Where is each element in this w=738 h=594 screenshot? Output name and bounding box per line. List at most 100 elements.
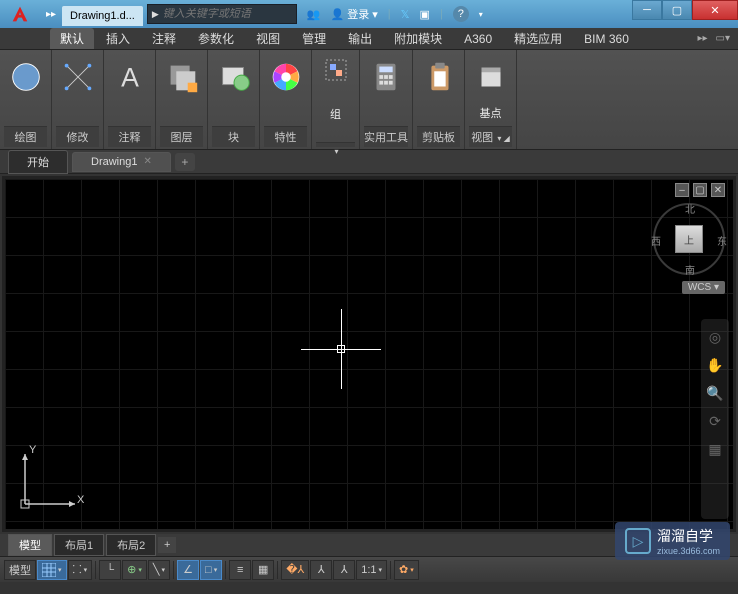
compass-south: 南 [685,262,695,277]
ribbon-tab-view[interactable]: 视图 [246,28,290,49]
exchange-x-icon[interactable]: 𝕏 [401,8,410,21]
layout-tab-1[interactable]: 布局1 [54,534,104,556]
status-workspace-button[interactable]: ✿▾ [394,560,419,580]
layout-add-button[interactable]: + [158,537,176,553]
status-ortho-button[interactable]: └ [99,560,121,580]
login-button[interactable]: 👤 登录 ▾ [331,6,378,22]
ribbon-expand-icon[interactable]: ▸▸ [697,33,707,44]
panel-utilities[interactable]: 实用工具 [360,50,413,149]
close-tab-icon[interactable]: ✕ [143,156,151,167]
status-model-button[interactable]: 模型 [4,560,36,580]
status-polar-button[interactable]: ⊕▾ [122,560,147,580]
ribbon-tab-bim360[interactable]: BIM 360 [574,30,639,48]
nav-showmotion-icon[interactable]: ▦ [705,439,725,459]
ribbon-tab-parametric[interactable]: 参数化 [188,28,244,49]
title-right-tools: 👥 👤 登录 ▾ | 𝕏 ▣ | ? ▾ [307,6,483,22]
app-menu-button[interactable] [0,0,40,28]
infocenter-icon[interactable]: 👥 [307,8,321,21]
ribbon-tab-output[interactable]: 输出 [338,28,382,49]
base-view-icon[interactable] [472,58,510,96]
wcs-label[interactable]: WCS ▾ [682,281,725,294]
panel-title-modify: 修改 [56,126,99,147]
login-label: 登录 [347,6,369,22]
panel-title-block: 块 [212,126,255,147]
move-icon[interactable] [59,58,97,96]
ribbon-tab-annotate[interactable]: 注释 [142,28,186,49]
group-icon[interactable] [324,58,348,82]
ribbon-tab-addins[interactable]: 附加模块 [384,28,452,49]
help-icon[interactable]: ? [453,6,469,22]
compass-west: 西 [651,233,661,248]
search-play-icon: ▶ [152,9,159,20]
ucs-x-label: X [77,494,84,506]
viewport-close-icon[interactable]: ✕ [711,183,725,197]
viewcube-top-face[interactable]: 上 [675,225,703,253]
panel-draw[interactable]: 绘图 [0,50,52,149]
ribbon-cycle-icon[interactable]: ▭▾ [716,33,730,44]
ribbon-tab-insert[interactable]: 插入 [96,28,140,49]
panel-layers[interactable]: 图层 [156,50,208,149]
document-tabs: 开始 Drawing1✕ + [0,150,738,174]
status-snap-button[interactable]: ⸬▾ [68,560,93,580]
viewport-maximize-icon[interactable]: ▢ [693,183,707,197]
exchange-app-icon[interactable]: ▣ [420,8,430,21]
nav-wheel-icon[interactable]: ◎ [705,327,725,347]
ucs-icon[interactable]: X Y [15,444,85,519]
panel-block[interactable]: 块 [208,50,260,149]
ribbon-tab-manage[interactable]: 管理 [292,28,336,49]
ribbon-panels: 绘图 修改 A 注释 图层 块 特性 组 ▾ 实用工具 剪贴板 基点 视图 ▾ … [0,50,738,150]
start-tab[interactable]: 开始 [8,150,68,174]
status-osnap-button[interactable]: ∠ [177,560,199,580]
layout-tab-2[interactable]: 布局2 [106,534,156,556]
nav-orbit-icon[interactable]: ⟳ [705,411,725,431]
ribbon-tab-a360[interactable]: A360 [454,30,502,48]
minimize-button[interactable]: ─ [632,0,662,20]
calculator-icon[interactable] [367,58,405,96]
status-lineweight-button[interactable]: ≡ [229,560,251,580]
clipboard-icon[interactable] [420,58,458,96]
ribbon-tab-featured[interactable]: 精选应用 [504,28,572,49]
maximize-button[interactable]: ▢ [662,0,692,20]
search-box[interactable]: ▶ [147,4,297,24]
status-grid-button[interactable]: ▾ [37,560,67,580]
grid [5,179,733,529]
status-annoscale-button[interactable]: �⅄ [281,560,309,580]
status-annovisibility-button[interactable]: ⅄ [310,560,332,580]
viewport-minimize-icon[interactable]: – [675,183,689,197]
panel-groups[interactable]: 组 ▾ [312,50,360,149]
panel-title-clipboard: 剪贴板 [417,126,460,147]
status-bar: 模型 ▾ ⸬▾ └ ⊕▾ ╲▾ ∠ □▾ ≡ ▦ �⅄ ⅄ ⅄ 1:1▾ ✿▾ [0,556,738,582]
ribbon-tab-default[interactable]: 默认 [50,28,94,49]
panel-title-layers: 图层 [160,126,203,147]
status-transparency-button[interactable]: ▦ [252,560,274,580]
status-isodraft-button[interactable]: ╲▾ [148,560,170,580]
panel-modify[interactable]: 修改 [52,50,104,149]
text-icon[interactable]: A [111,58,149,96]
search-input[interactable] [163,8,292,20]
viewcube[interactable]: 上 北 南 东 西 [653,203,725,275]
status-otrack-button[interactable]: □▾ [200,560,222,580]
panel-annotation[interactable]: A 注释 [104,50,156,149]
panel-view-base[interactable]: 基点 视图 ▾ ◢ [465,50,517,149]
layers-icon[interactable] [163,58,201,96]
panel-title-annotation: 注释 [108,126,151,147]
status-autoscale-button[interactable]: ⅄ [333,560,355,580]
layout-tab-model[interactable]: 模型 [8,534,52,556]
nav-zoom-icon[interactable]: 🔍 [705,383,725,403]
nav-pan-icon[interactable]: ✋ [705,355,725,375]
compass-east: 东 [717,233,727,248]
color-wheel-icon[interactable] [267,58,305,96]
document-title-tab[interactable]: Drawing1.d... [62,6,143,26]
drawing-canvas[interactable]: X Y – ▢ ✕ 上 北 南 东 西 WCS ▾ ◎ ✋ 🔍 ⟳ ▦ [2,176,736,532]
close-button[interactable]: ✕ [692,0,738,20]
panel-properties[interactable]: 特性 [260,50,312,149]
circle-icon[interactable] [7,58,45,96]
block-icon[interactable] [215,58,253,96]
panel-clipboard[interactable]: 剪贴板 [413,50,465,149]
new-tab-button[interactable]: + [175,153,195,171]
status-scale-button[interactable]: 1:1▾ [356,560,387,580]
drawing-tab[interactable]: Drawing1✕ [72,152,171,172]
layout-tabs: 模型 布局1 布局2 + [0,534,738,556]
window-controls: ─ ▢ ✕ [632,0,738,20]
qat-expand-icon[interactable]: ▸▸ [40,9,62,20]
